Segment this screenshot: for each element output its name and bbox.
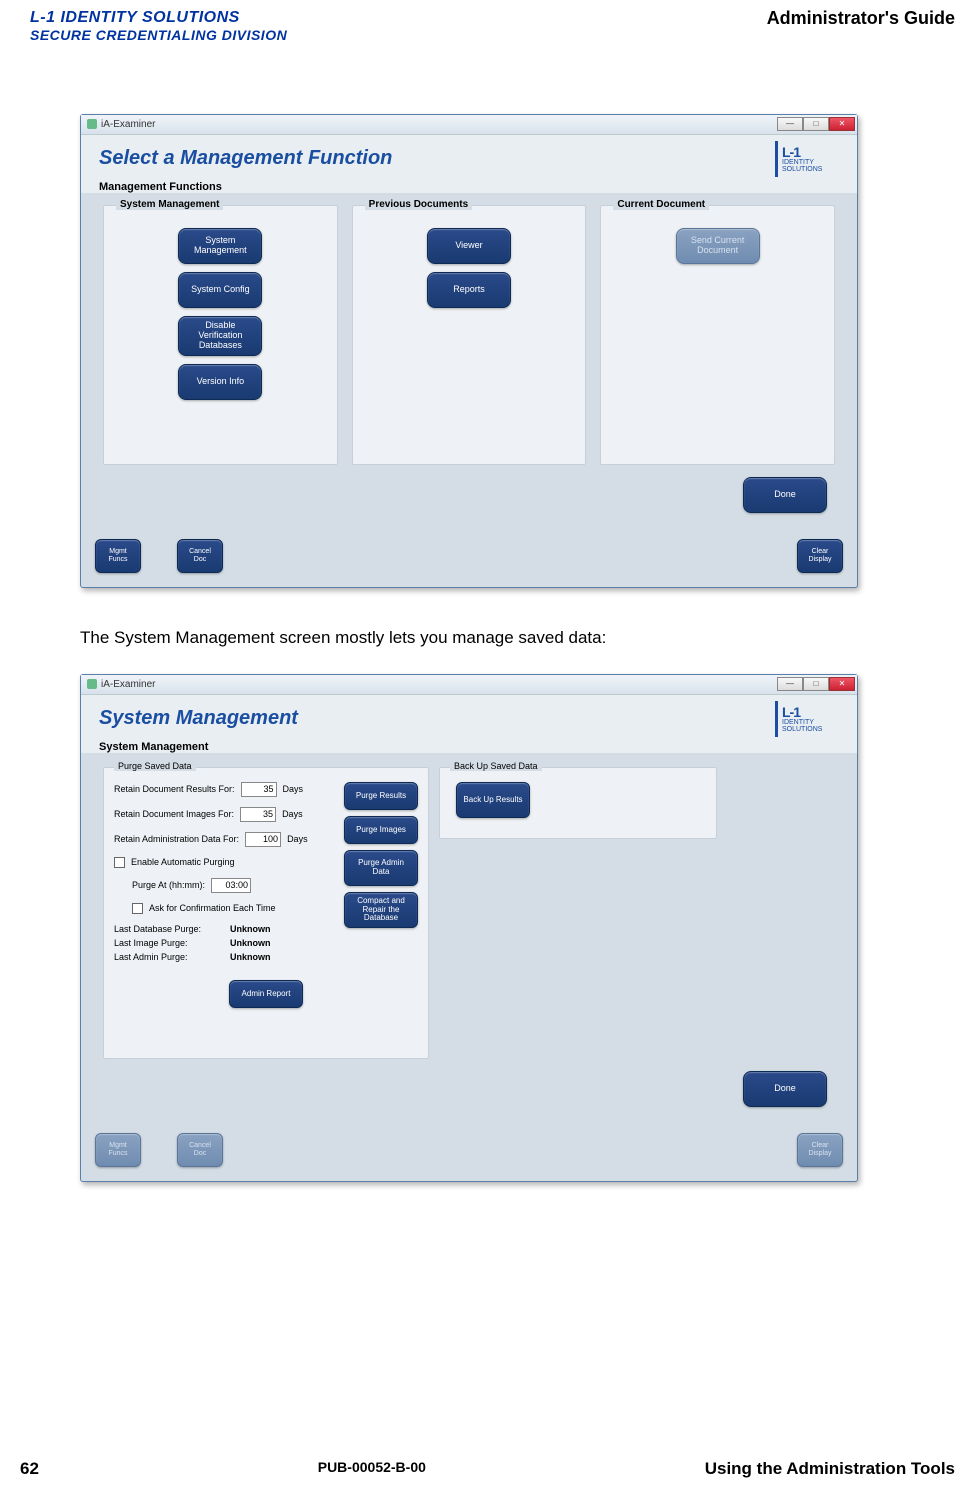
backup-saved-data-group: Back Up Saved Data Back Up Results <box>439 767 717 839</box>
cancel-doc-button[interactable]: Cancel Doc <box>177 1133 223 1167</box>
purge-buttons-column: Purge Results Purge Images Purge Admin D… <box>344 782 418 928</box>
disable-verification-button[interactable]: Disable Verification Databases <box>178 316 262 356</box>
days-label: Days <box>282 809 303 819</box>
section-title: Using the Administration Tools <box>705 1459 955 1479</box>
group-title: Purge Saved Data <box>114 761 196 771</box>
column-current-document: Current Document Send Current Document <box>600 205 835 465</box>
clear-display-button[interactable]: Clear Display <box>797 539 843 573</box>
section-label: System Management <box>81 739 857 753</box>
titlebar-text: iA-Examiner <box>101 119 155 130</box>
enable-auto-purge-checkbox[interactable] <box>114 857 125 868</box>
titlebar: iA-Examiner — □ ✕ <box>81 675 857 695</box>
days-label: Days <box>283 784 304 794</box>
section-label: Management Functions <box>81 179 857 193</box>
send-current-document-button: Send Current Document <box>676 228 760 264</box>
app-icon <box>87 119 97 129</box>
app-title: System Management <box>99 707 298 730</box>
viewer-button[interactable]: Viewer <box>427 228 511 264</box>
column-title: System Management <box>116 199 223 210</box>
last-image-purge-label: Last Image Purge: <box>114 938 224 948</box>
purge-results-button[interactable]: Purge Results <box>344 782 418 810</box>
group-title: Back Up Saved Data <box>450 761 542 771</box>
retain-admin-input[interactable] <box>245 832 281 847</box>
footer-buttons: Mgmt Funcs Cancel Doc Clear Display <box>81 521 857 587</box>
page-header: L-1 IDENTITY SOLUTIONS SECURE CREDENTIAL… <box>0 0 975 44</box>
app-title: Select a Management Function <box>99 147 392 170</box>
app-header: System Management L-1 IDENTITY SOLUTIONS <box>81 695 857 739</box>
clear-display-button[interactable]: Clear Display <box>797 1133 843 1167</box>
panel-area: System Management System Management Syst… <box>81 193 857 521</box>
reports-button[interactable]: Reports <box>427 272 511 308</box>
l1-logo: L-1 IDENTITY SOLUTIONS <box>775 701 839 737</box>
footer-buttons: Mgmt Funcs Cancel Doc Clear Display <box>81 1115 857 1181</box>
last-db-purge-value: Unknown <box>230 924 271 934</box>
mgmt-funcs-button[interactable]: Mgmt Funcs <box>95 1133 141 1167</box>
days-label: Days <box>287 834 308 844</box>
right-column: Back Up Saved Data Back Up Results <box>439 767 717 1059</box>
done-button[interactable]: Done <box>743 477 827 513</box>
body-paragraph: The System Management screen mostly lets… <box>80 628 915 648</box>
retain-results-input[interactable] <box>241 782 277 797</box>
compact-repair-button[interactable]: Compact and Repair the Database <box>344 892 418 928</box>
mgmt-funcs-button[interactable]: Mgmt Funcs <box>95 539 141 573</box>
cancel-doc-button[interactable]: Cancel Doc <box>177 539 223 573</box>
last-admin-purge-label: Last Admin Purge: <box>114 952 224 962</box>
titlebar: iA-Examiner — □ ✕ <box>81 115 857 135</box>
retain-images-input[interactable] <box>240 807 276 822</box>
app-icon <box>87 679 97 689</box>
close-button[interactable]: ✕ <box>829 117 855 131</box>
brand-line-2: SECURE CREDENTIALING DIVISION <box>30 27 287 44</box>
purge-images-button[interactable]: Purge Images <box>344 816 418 844</box>
brand-line-1: L-1 IDENTITY SOLUTIONS <box>30 8 287 27</box>
admin-report-button[interactable]: Admin Report <box>229 980 303 1008</box>
column-title: Current Document <box>613 199 709 210</box>
purge-at-label: Purge At (hh:mm): <box>132 880 205 890</box>
guide-title: Administrator's Guide <box>767 8 955 29</box>
maximize-button[interactable]: □ <box>803 677 829 691</box>
page-number: 62 <box>20 1459 39 1479</box>
app-window-management: iA-Examiner — □ ✕ Select a Management Fu… <box>80 114 858 588</box>
app-window-system-management: iA-Examiner — □ ✕ System Management L-1 … <box>80 674 858 1182</box>
window-controls: — □ ✕ <box>777 117 855 131</box>
system-management-button[interactable]: System Management <box>178 228 262 264</box>
retain-admin-label: Retain Administration Data For: <box>114 834 239 844</box>
last-image-purge-value: Unknown <box>230 938 271 948</box>
purge-at-input[interactable] <box>211 878 251 893</box>
brand-block: L-1 IDENTITY SOLUTIONS SECURE CREDENTIAL… <box>30 8 287 44</box>
last-admin-purge-value: Unknown <box>230 952 271 962</box>
version-info-button[interactable]: Version Info <box>178 364 262 400</box>
panel-area: Purge Saved Data Retain Document Results… <box>81 753 857 1115</box>
maximize-button[interactable]: □ <box>803 117 829 131</box>
titlebar-text: iA-Examiner <box>101 679 155 690</box>
window-controls: — □ ✕ <box>777 677 855 691</box>
system-config-button[interactable]: System Config <box>178 272 262 308</box>
page-footer: 62 PUB-00052-B-00 Using the Administrati… <box>0 1459 975 1479</box>
publication-id: PUB-00052-B-00 <box>318 1459 426 1479</box>
last-db-purge-label: Last Database Purge: <box>114 924 224 934</box>
enable-auto-purge-label: Enable Automatic Purging <box>131 857 235 867</box>
retain-images-label: Retain Document Images For: <box>114 809 234 819</box>
l1-logo: L-1 IDENTITY SOLUTIONS <box>775 141 839 177</box>
minimize-button[interactable]: — <box>777 117 803 131</box>
status-rows: Last Database Purge: Unknown Last Image P… <box>114 924 418 962</box>
done-button[interactable]: Done <box>743 1071 827 1107</box>
backup-results-button[interactable]: Back Up Results <box>456 782 530 818</box>
column-title: Previous Documents <box>365 199 472 210</box>
column-previous-documents: Previous Documents Viewer Reports <box>352 205 587 465</box>
ask-confirmation-checkbox[interactable] <box>132 903 143 914</box>
close-button[interactable]: ✕ <box>829 677 855 691</box>
ask-confirmation-label: Ask for Confirmation Each Time <box>149 903 276 913</box>
minimize-button[interactable]: — <box>777 677 803 691</box>
column-system-management: System Management System Management Syst… <box>103 205 338 465</box>
page-content: iA-Examiner — □ ✕ Select a Management Fu… <box>0 44 975 1182</box>
purge-admin-data-button[interactable]: Purge Admin Data <box>344 850 418 886</box>
app-header: Select a Management Function L-1 IDENTIT… <box>81 135 857 179</box>
purge-saved-data-group: Purge Saved Data Retain Document Results… <box>103 767 429 1059</box>
retain-results-label: Retain Document Results For: <box>114 784 235 794</box>
